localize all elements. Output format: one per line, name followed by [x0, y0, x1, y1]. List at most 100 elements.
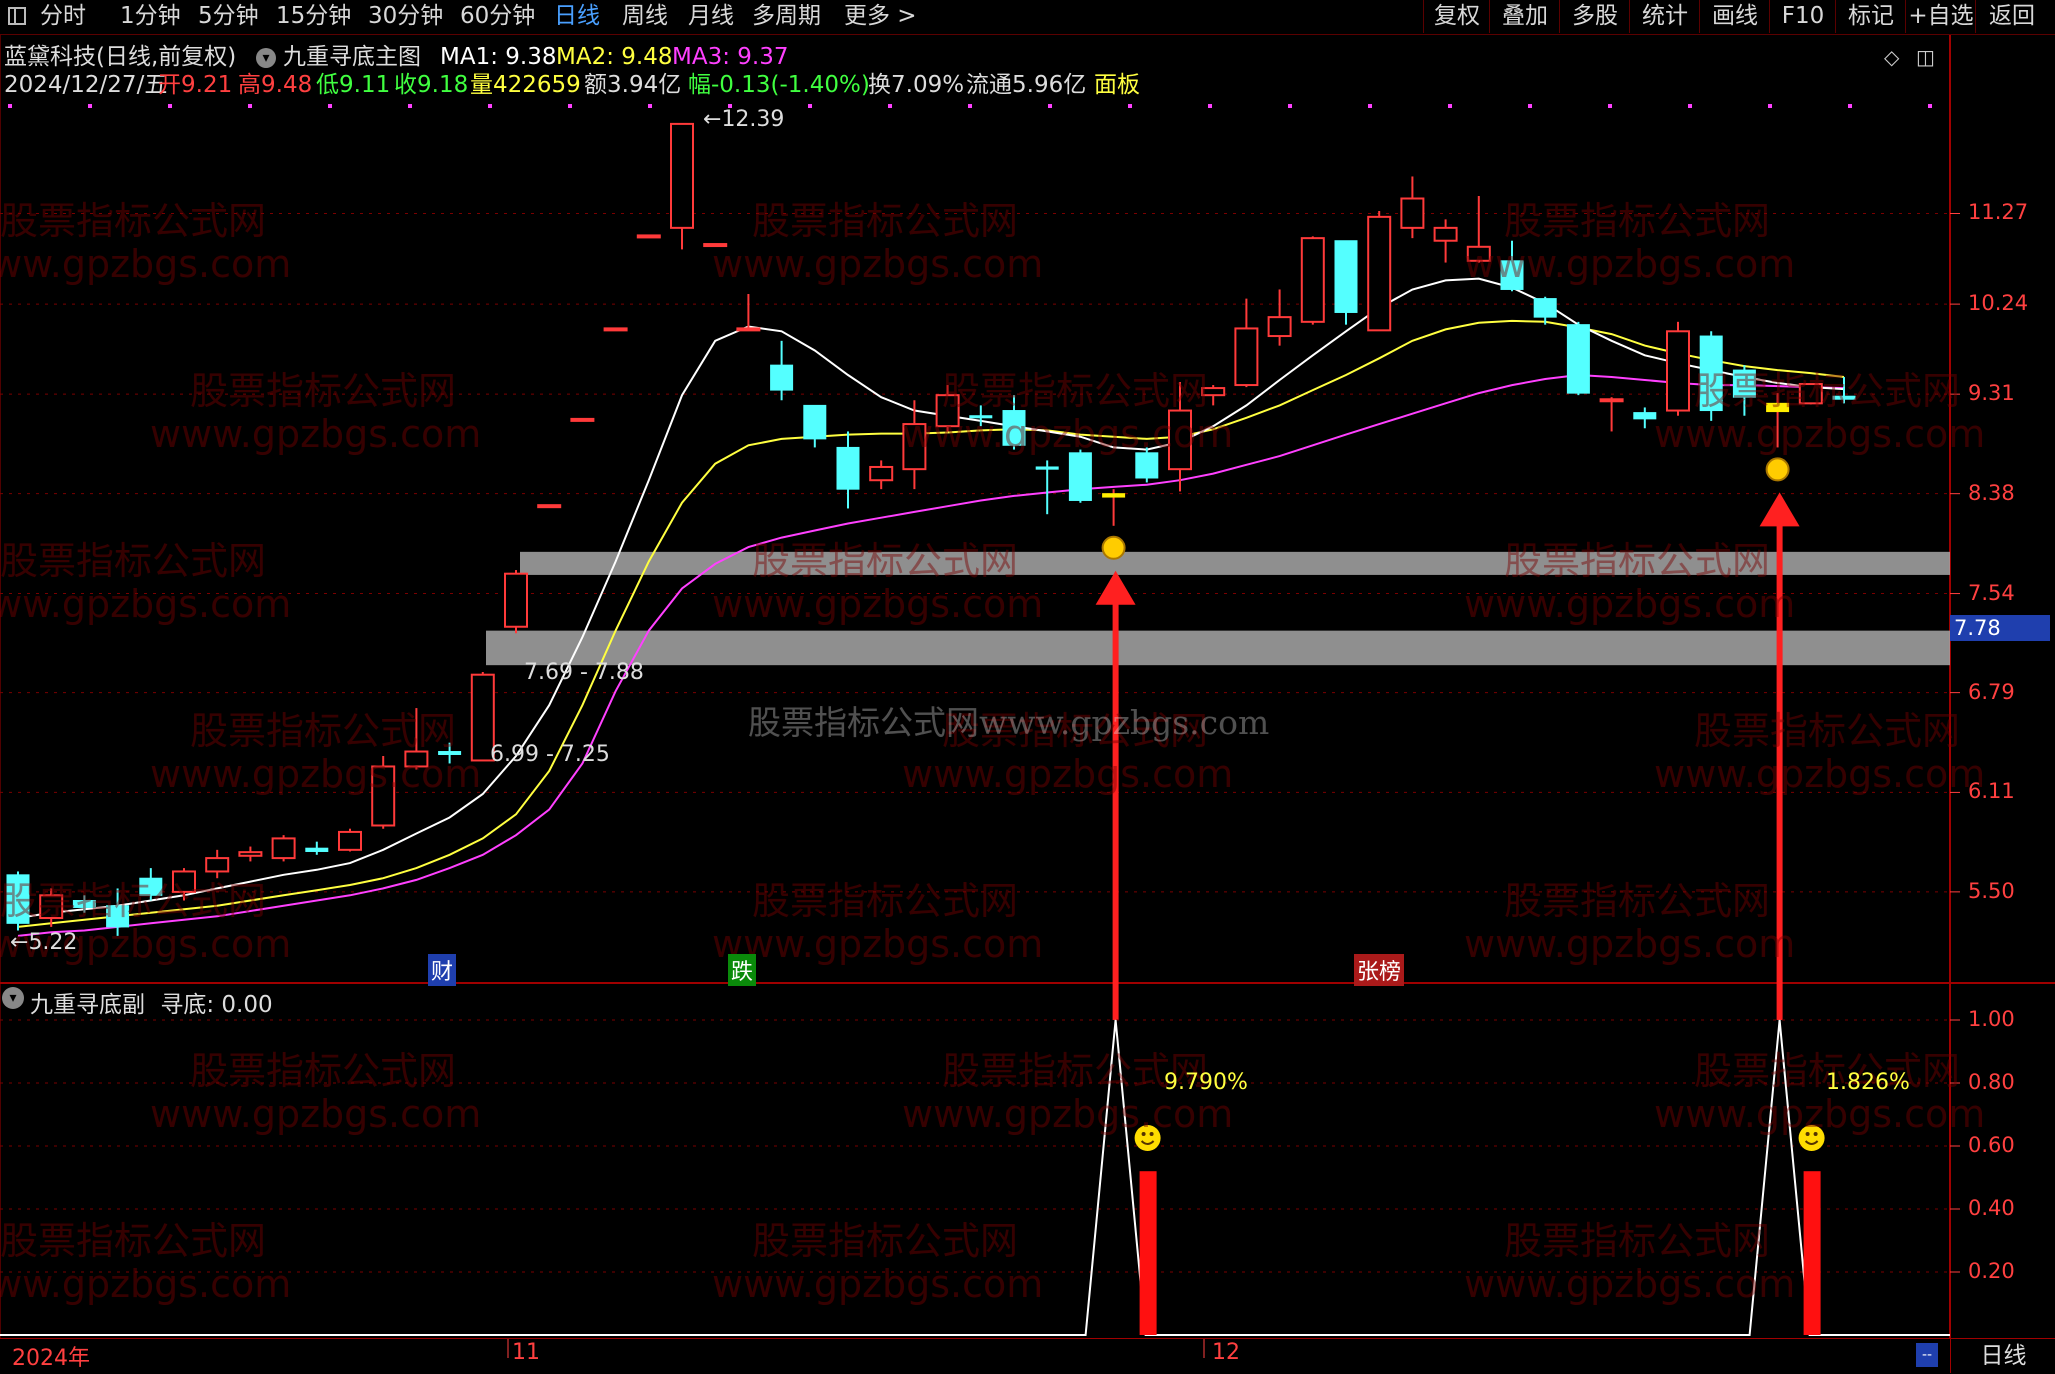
toolbar-button-huaxian[interactable]: 画线	[1699, 0, 1770, 33]
watermark-text: 股票指标公式网	[1694, 369, 1961, 413]
turnover-value: 换7.09%	[868, 72, 965, 98]
candle-body	[1400, 197, 1425, 229]
signal-dot	[1448, 104, 1452, 108]
high-price-value: 12.39	[721, 107, 785, 132]
period-tab-multi[interactable]: 多周期	[752, 0, 821, 33]
change-value: 幅-0.13(-1.40%)	[688, 72, 870, 98]
watermark-text: 股票指标公式网	[190, 369, 457, 413]
zone-upper-label: 7.69 - 7.88	[524, 660, 644, 685]
window-toggle-icon[interactable]: ◫	[1916, 42, 1935, 72]
candle-body	[836, 446, 860, 490]
watermark-url: www.gpzbgs.com	[150, 752, 482, 796]
toolbar-button-diejia[interactable]: 叠加	[1489, 0, 1560, 33]
watermark-url: www.gpzbgs.com	[902, 752, 1234, 796]
signal-dot	[1288, 104, 1292, 108]
candle-body	[1267, 316, 1292, 338]
period-tab-15min[interactable]: 15分钟	[276, 0, 351, 33]
signal-dot	[968, 104, 972, 108]
money-bag-icon	[1101, 535, 1126, 560]
watermark-url: www.gpzbgs.com	[712, 582, 1044, 626]
signal-dot	[8, 104, 12, 108]
layout-box-icon[interactable]	[8, 7, 26, 25]
sub-tick-label: 0.60	[1968, 1133, 2015, 1157]
indicator-name[interactable]: 九重寻底主图	[283, 42, 421, 72]
float-value: 流通5.96亿	[966, 72, 1087, 98]
toolbar-button-duogu[interactable]: 多股	[1559, 0, 1630, 33]
signal-dot	[488, 104, 492, 108]
sub-indicator-name[interactable]: 九重寻底副	[30, 992, 145, 1018]
watermark-url: www.gpzbgs.com	[1654, 752, 1986, 796]
indicator-dropdown-icon[interactable]: ▾	[256, 42, 276, 72]
time-label-nov: 11	[512, 1340, 540, 1365]
watermark-text: 股票指标公式网	[0, 199, 267, 243]
event-zhangbang-badge[interactable]: 张榜	[1354, 954, 1405, 986]
price-tick-label: 10.24	[1968, 291, 2029, 316]
center-watermark: 股票指标公式网www.gpzbgs.com	[748, 703, 1270, 742]
period-tab-5min[interactable]: 5分钟	[198, 0, 259, 33]
toolbar-button-fanhui[interactable]: 返回	[1975, 0, 2048, 33]
signal-dot	[888, 104, 892, 108]
period-tab-more[interactable]: 更多 >	[844, 0, 917, 33]
signal2-percent: 1.826%	[1826, 1070, 1910, 1095]
volume-value: 量422659	[470, 72, 581, 98]
diamond-icon[interactable]: ◇	[1884, 42, 1899, 72]
candle-body	[1566, 324, 1590, 394]
candle-body	[537, 504, 562, 509]
event-die-badge[interactable]: 跌	[728, 954, 757, 986]
period-tab-30min[interactable]: 30分钟	[368, 0, 443, 33]
watermark-url: www.gpzbgs.com	[1654, 1092, 1986, 1136]
candle-body	[1135, 452, 1159, 479]
candle-body	[1300, 237, 1325, 323]
current-price-tag: 7.78	[1950, 615, 2050, 641]
period-tab-monthly[interactable]: 月线	[688, 0, 734, 33]
signal-dot	[1848, 104, 1852, 108]
toolbar-button-f10[interactable]: F10	[1769, 0, 1836, 33]
signal-dot	[808, 104, 812, 108]
sub-tick-label: 0.40	[1968, 1196, 2015, 1220]
toolbar-button-tongji[interactable]: 统计	[1629, 0, 1700, 33]
watermark-text: 股票指标公式网	[942, 369, 1209, 413]
event-cai-badge[interactable]: 财	[428, 954, 457, 986]
period-tab-60min[interactable]: 60分钟	[460, 0, 535, 33]
ma2-value: MA2: 9.48	[556, 44, 673, 70]
watermark-text: 股票指标公式网	[190, 1049, 457, 1093]
candle-body	[570, 417, 595, 422]
signal-dot	[1208, 104, 1212, 108]
sub-tick-label: 0.80	[1968, 1070, 2015, 1094]
candle-body	[338, 830, 362, 851]
time-label-dec: 12	[1212, 1340, 1240, 1365]
price-tick-label: 11.27	[1968, 200, 2029, 225]
period-tab-daily[interactable]: 日线	[554, 0, 600, 33]
watermark-url: www.gpzbgs.com	[712, 922, 1044, 966]
watermark-url: www.gpzbgs.com	[1464, 242, 1796, 286]
signal-dot	[1688, 104, 1692, 108]
watermark-url: www.gpzbgs.com	[1464, 582, 1796, 626]
period-tab-weekly[interactable]: 周线	[622, 0, 668, 33]
watermark-text: 股票指标公式网	[752, 1219, 1019, 1263]
stock-name: 蓝黛科技(日线,前复权)	[4, 44, 237, 70]
candle-body	[1102, 493, 1126, 498]
watermark-url: www.gpzbgs.com	[0, 242, 292, 286]
panel-link[interactable]: 面板	[1094, 70, 1140, 100]
signal-dot	[648, 104, 652, 108]
ma1-value: MA1: 9.38	[440, 44, 557, 70]
signal-arrow-head	[1759, 492, 1800, 527]
price-tick-label: 8.38	[1968, 480, 2015, 505]
toolbar-button-biaoji[interactable]: 标记	[1835, 0, 1906, 33]
toolbar-button-fuquan[interactable]: 复权	[1423, 0, 1490, 33]
period-tab-fenshi[interactable]: 分时	[40, 0, 86, 33]
sub-panel-title: ▾ 九重寻底副 寻底: 0.00	[2, 985, 273, 1019]
sub-indicator-dropdown-icon[interactable]: ▾	[2, 987, 24, 1009]
candle-body	[1599, 398, 1624, 403]
watermark-text: 股票指标公式网	[0, 1219, 267, 1263]
watermark-text: 股票指标公式网	[1504, 539, 1771, 583]
period-tab-1min[interactable]: 1分钟	[120, 0, 181, 33]
period-label[interactable]: 日线	[1950, 1339, 2055, 1373]
watermark-text: 股票指标公式网	[752, 199, 1019, 243]
price-tick-label: 6.11	[1968, 779, 2015, 804]
toolbar-button-zixuan[interactable]: +自选	[1905, 0, 1976, 33]
scroll-marker[interactable]: --	[1916, 1343, 1938, 1367]
open-value: 开9.21	[158, 72, 233, 98]
signal-dot	[1368, 104, 1372, 108]
sub-signal-bar	[1139, 1171, 1157, 1335]
